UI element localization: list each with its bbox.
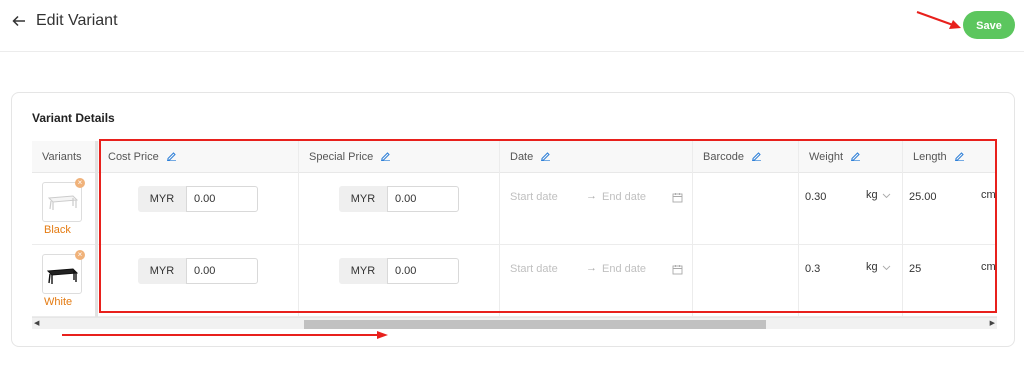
cost-price-cell: MYR 0.00	[98, 245, 298, 317]
special-price-cell: MYR 0.00	[299, 245, 499, 317]
barcode-cell[interactable]	[693, 245, 798, 317]
start-date-placeholder: Start date	[510, 191, 558, 203]
length-cell[interactable]: 25.00 cm	[903, 173, 997, 245]
end-date-placeholder: End date	[602, 191, 647, 203]
weight-input[interactable]: 0.3	[805, 263, 820, 275]
start-date-placeholder: Start date	[510, 263, 558, 275]
calendar-icon[interactable]	[672, 192, 683, 203]
remove-image-close-icon[interactable]: ×	[75, 178, 85, 188]
length-input[interactable]: 25	[909, 263, 921, 275]
variant-table: Variants × Black × White Cost Price MYR …	[32, 141, 997, 317]
column-weight: Weight 0.30 kg 0.3 kg	[799, 141, 903, 317]
header-label: Special Price	[309, 151, 374, 163]
scrollbar-thumb[interactable]	[304, 320, 766, 329]
black-tray-table-image	[46, 268, 79, 284]
special-price-cell: MYR 0.00	[299, 173, 499, 245]
edit-pencil-icon[interactable]	[380, 150, 391, 161]
cost-price-cell: MYR 0.00	[98, 173, 298, 245]
range-arrow-icon: →	[586, 190, 597, 202]
chevron-down-icon[interactable]	[882, 263, 891, 272]
save-button[interactable]: Save	[963, 11, 1015, 39]
length-cell[interactable]: 25 cm	[903, 245, 997, 317]
header-length[interactable]: Length	[903, 141, 997, 173]
edit-pencil-icon[interactable]	[850, 150, 861, 161]
variant-name: Black	[44, 224, 71, 236]
card-title: Variant Details	[32, 111, 115, 125]
header-weight[interactable]: Weight	[799, 141, 902, 173]
variant-details-card: Variant Details Variants × Black × White…	[11, 92, 1015, 347]
edit-pencil-icon[interactable]	[166, 150, 177, 161]
edit-pencil-icon[interactable]	[751, 150, 762, 161]
column-barcode: Barcode	[693, 141, 799, 317]
column-date: Date Start date → End date Start date → …	[500, 141, 693, 317]
back-arrow-icon[interactable]	[12, 14, 26, 28]
page-header: Edit Variant Save	[0, 0, 1024, 52]
length-unit-select[interactable]: cm	[981, 189, 996, 201]
currency-addon: MYR	[138, 186, 186, 212]
scroll-right-arrow-icon[interactable]: ▶	[990, 319, 995, 327]
chevron-down-icon[interactable]	[882, 191, 891, 200]
cost-price-input[interactable]: 0.00	[186, 258, 258, 284]
column-cost-price: Cost Price MYR 0.00 MYR 0.00	[98, 141, 299, 317]
white-tray-table-image	[47, 195, 79, 210]
edit-pencil-icon[interactable]	[954, 150, 965, 161]
column-variants: Variants × Black × White	[32, 141, 98, 317]
date-range-picker[interactable]: Start date → End date	[510, 262, 686, 279]
weight-unit-select[interactable]: kg	[866, 261, 878, 273]
remove-image-close-icon[interactable]: ×	[75, 250, 85, 260]
column-length: Length 25.00 cm 25 cm	[903, 141, 997, 317]
special-price-input[interactable]: 0.00	[387, 258, 459, 284]
range-arrow-icon: →	[586, 262, 597, 274]
header-cost-price[interactable]: Cost Price	[98, 141, 298, 173]
header-barcode[interactable]: Barcode	[693, 141, 798, 173]
cost-price-input[interactable]: 0.00	[186, 186, 258, 212]
variant-thumbnail[interactable]: ×	[42, 178, 85, 222]
currency-addon: MYR	[138, 258, 186, 284]
header-variants: Variants	[32, 141, 95, 173]
barcode-cell[interactable]	[693, 173, 798, 245]
header-label: Cost Price	[108, 151, 159, 163]
horizontal-scrollbar[interactable]: ◀ ▶	[32, 317, 997, 329]
variant-thumbnail[interactable]: ×	[42, 250, 85, 294]
weight-input[interactable]: 0.30	[805, 191, 826, 203]
variant-name: White	[44, 296, 73, 308]
date-cell: Start date → End date	[500, 173, 692, 245]
page-title: Edit Variant	[36, 12, 118, 29]
scroll-left-arrow-icon[interactable]: ◀	[34, 319, 39, 327]
column-special-price: Special Price MYR 0.00 MYR 0.00	[299, 141, 500, 317]
variant-cell: × White	[32, 245, 95, 317]
length-unit-select[interactable]: cm	[981, 261, 996, 273]
currency-addon: MYR	[339, 258, 387, 284]
weight-unit-select[interactable]: kg	[866, 189, 878, 201]
header-label: Barcode	[703, 151, 744, 163]
header-date[interactable]: Date	[500, 141, 692, 173]
header-label: Length	[913, 151, 947, 163]
weight-cell[interactable]: 0.3 kg	[799, 245, 902, 317]
header-label: Date	[510, 151, 534, 163]
header-label: Weight	[809, 151, 844, 163]
end-date-placeholder: End date	[602, 263, 647, 275]
special-price-input[interactable]: 0.00	[387, 186, 459, 212]
currency-addon: MYR	[339, 186, 387, 212]
variant-cell: × Black	[32, 173, 95, 245]
date-cell: Start date → End date	[500, 245, 692, 317]
edit-pencil-icon[interactable]	[540, 150, 551, 161]
weight-cell[interactable]: 0.30 kg	[799, 173, 902, 245]
date-range-picker[interactable]: Start date → End date	[510, 190, 686, 207]
header-special-price[interactable]: Special Price	[299, 141, 499, 173]
calendar-icon[interactable]	[672, 264, 683, 275]
length-input[interactable]: 25.00	[909, 191, 937, 203]
